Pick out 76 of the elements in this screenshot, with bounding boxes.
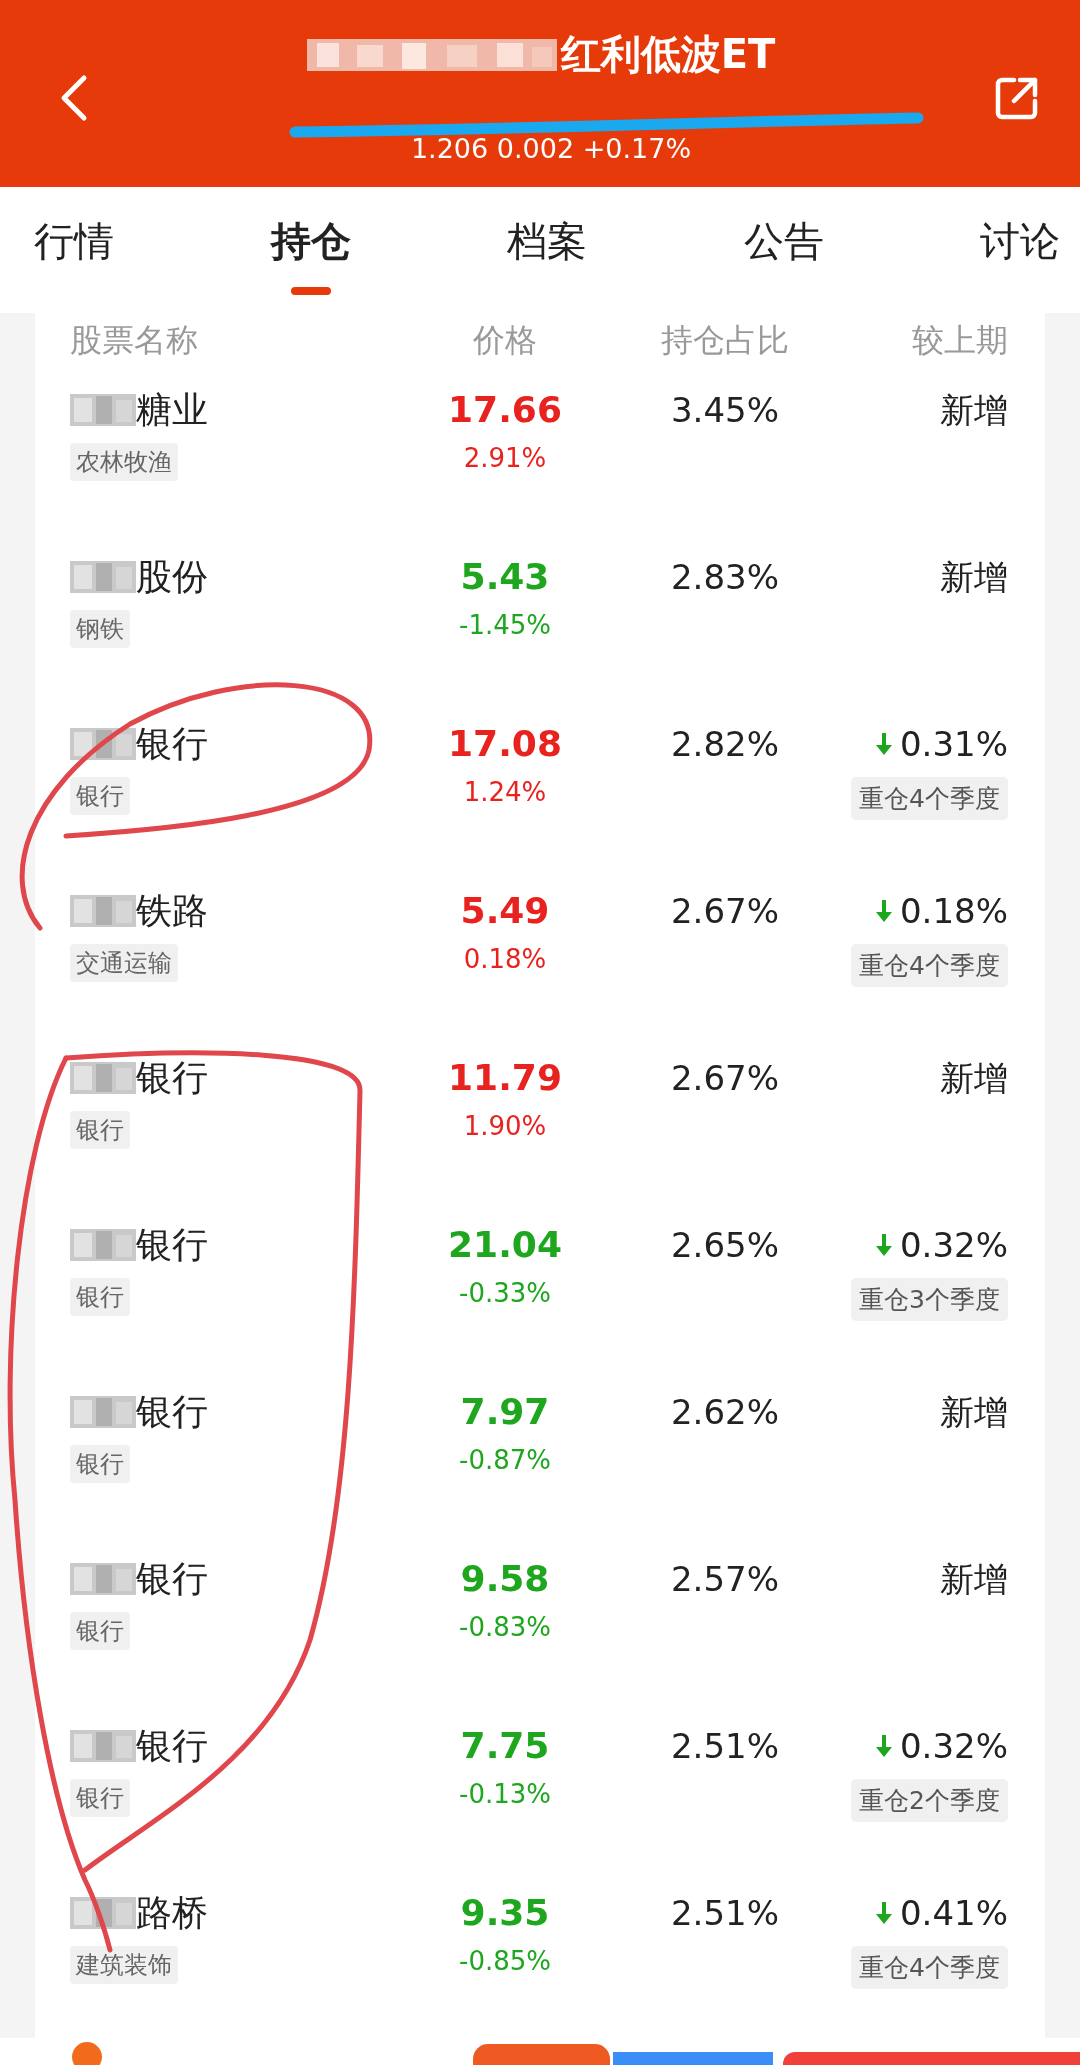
stock-name: 银行 xyxy=(136,1556,208,1601)
industry-tag: 银行 xyxy=(70,777,130,815)
industry-tag: 银行 xyxy=(70,1111,130,1149)
stock-price: 11.79 xyxy=(448,1056,562,1100)
holding-ratio: 2.51% xyxy=(671,1892,779,1935)
holding-ratio: 2.67% xyxy=(671,890,779,933)
tab[interactable]: 行情 xyxy=(34,203,114,297)
industry-tag: 银行 xyxy=(70,1779,130,1817)
fund-title: 红利低波ET xyxy=(560,30,776,80)
industry-tag: 钢铁 xyxy=(70,610,130,648)
stock-price: 5.49 xyxy=(460,889,550,933)
holding-tag: 重仓4个季度 xyxy=(851,777,1008,820)
holding-ratio: 2.82% xyxy=(671,723,779,766)
column-header: 价格 xyxy=(473,320,537,361)
industry-tag: 建筑装饰 xyxy=(70,1946,178,1984)
stock-name: 路桥 xyxy=(136,1890,208,1935)
column-header: 股票名称 xyxy=(70,320,199,361)
stock-name: 银行 xyxy=(136,1389,208,1434)
price-change: -1.45% xyxy=(459,610,551,640)
change-label: 新增 xyxy=(940,1558,1008,1601)
price-change: 2.91% xyxy=(463,443,547,473)
tab[interactable]: 公告 xyxy=(743,203,824,297)
tab[interactable]: 持仓 xyxy=(270,203,351,297)
industry-tag: 农林牧渔 xyxy=(70,443,178,481)
holding-ratio: 2.62% xyxy=(671,1391,779,1434)
stock-price: 17.66 xyxy=(448,388,562,432)
stock-name: 银行 xyxy=(136,1723,208,1768)
fund-quote: 1.206 0.002 +0.17% xyxy=(410,134,692,164)
holding-ratio: 2.67% xyxy=(671,1057,779,1100)
stock-name: 银行 xyxy=(136,721,208,766)
industry-tag: 交通运输 xyxy=(70,944,178,982)
price-change: -0.83% xyxy=(459,1612,551,1642)
holding-tag: 重仓4个季度 xyxy=(851,944,1008,987)
stock-price: 17.08 xyxy=(448,722,562,766)
change-value: 0.31% xyxy=(900,723,1008,766)
change-value: 0.41% xyxy=(900,1892,1008,1935)
price-change: -0.87% xyxy=(459,1445,551,1475)
holding-tag: 重仓3个季度 xyxy=(851,1278,1008,1321)
industry-tag: 银行 xyxy=(70,1278,130,1316)
holding-ratio: 2.51% xyxy=(671,1725,779,1768)
price-change: 1.90% xyxy=(463,1111,547,1141)
column-header: 较上期 xyxy=(912,320,1008,361)
tab[interactable]: 档案 xyxy=(507,203,587,297)
stock-price: 5.43 xyxy=(460,555,550,599)
holding-ratio: 2.57% xyxy=(671,1558,779,1601)
holding-ratio: 3.45% xyxy=(671,389,779,432)
stock-name: 银行 xyxy=(136,1222,208,1267)
holding-ratio: 2.65% xyxy=(671,1224,779,1267)
column-header: 持仓占比 xyxy=(661,320,789,361)
price-change: -0.13% xyxy=(459,1779,551,1809)
holding-ratio: 2.83% xyxy=(671,556,779,599)
industry-tag: 银行 xyxy=(70,1612,130,1650)
change-value: 0.18% xyxy=(900,890,1008,933)
holding-tag: 重仓2个季度 xyxy=(851,1779,1008,1822)
change-value: 0.32% xyxy=(900,1224,1008,1267)
stock-price: 9.58 xyxy=(460,1557,550,1601)
price-change: -0.33% xyxy=(459,1278,551,1308)
stock-name: 股份 xyxy=(136,554,208,599)
change-label: 新增 xyxy=(940,389,1008,432)
change-label: 新增 xyxy=(940,1057,1008,1100)
price-change: 0.18% xyxy=(463,944,547,974)
industry-tag: 银行 xyxy=(70,1445,130,1483)
stock-price: 7.97 xyxy=(460,1390,550,1434)
price-change: -0.85% xyxy=(459,1946,551,1976)
change-label: 新增 xyxy=(940,556,1008,599)
price-change: 1.24% xyxy=(463,777,547,807)
change-label: 新增 xyxy=(940,1391,1008,1434)
stock-name: 银行 xyxy=(136,1055,208,1100)
stock-price: 9.35 xyxy=(460,1891,550,1935)
stock-price: 21.04 xyxy=(448,1223,562,1267)
stock-name: 糖业 xyxy=(136,387,208,432)
stock-name: 铁路 xyxy=(136,888,208,933)
change-value: 0.32% xyxy=(900,1725,1008,1768)
tab[interactable]: 讨论 xyxy=(980,203,1060,297)
stock-price: 7.75 xyxy=(460,1724,550,1768)
holding-tag: 重仓4个季度 xyxy=(851,1946,1008,1989)
